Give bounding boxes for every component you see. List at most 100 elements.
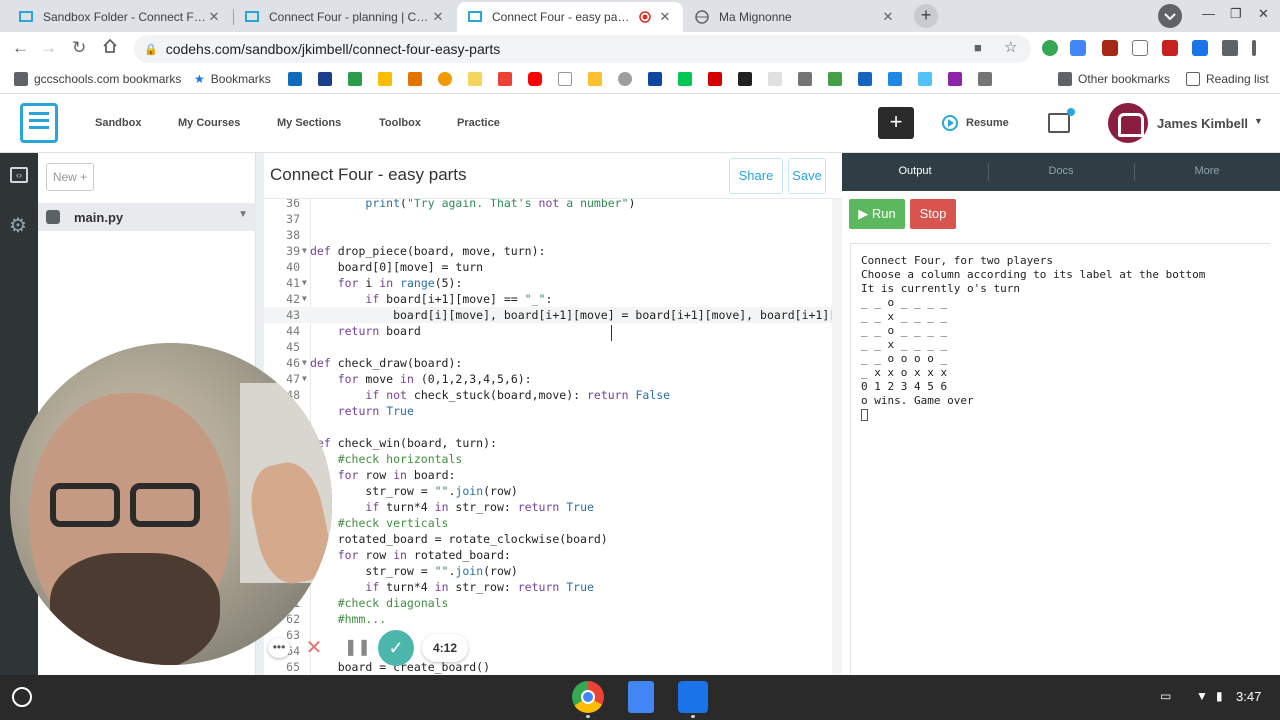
folder-icon[interactable] xyxy=(978,72,992,86)
clock[interactable]: 3:47 xyxy=(1236,689,1261,704)
bookmark-folder[interactable]: gccschools.com bookmarks xyxy=(14,72,181,86)
tab-output[interactable]: Output xyxy=(842,165,988,177)
code-line[interactable]: 45 xyxy=(264,339,832,355)
chrome-icon[interactable] xyxy=(572,681,604,713)
drive-icon[interactable] xyxy=(378,72,392,86)
create-button[interactable]: + xyxy=(878,107,914,139)
console-output[interactable]: Connect Four, for two players Choose a co… xyxy=(850,243,1270,675)
bookmark-icon[interactable] xyxy=(708,72,722,86)
bookmark-folder[interactable]: ★ Bookmarks xyxy=(194,72,271,86)
bookmark-icon[interactable] xyxy=(858,72,872,86)
wikipedia-icon[interactable] xyxy=(558,72,572,86)
code-line[interactable]: 49 return True xyxy=(264,403,832,419)
tab-docs[interactable]: Docs xyxy=(988,165,1134,177)
browser-tab[interactable]: Sandbox Folder - Connect Four | ✕ xyxy=(8,2,232,32)
new-file-button[interactable]: New + xyxy=(46,163,94,191)
bookmark-icon[interactable] xyxy=(888,72,902,86)
files-icon[interactable] xyxy=(678,681,708,713)
bookmark-icon[interactable] xyxy=(768,72,782,86)
code-line[interactable]: 37 xyxy=(264,211,832,227)
outlook-icon[interactable] xyxy=(288,72,302,86)
fold-arrow-icon[interactable]: ▼ xyxy=(302,291,307,307)
gear-icon[interactable]: ⚙ xyxy=(9,213,27,238)
code-area[interactable]: 36 print("Try again. That's not a number… xyxy=(264,199,832,675)
nav-link-sandbox[interactable]: Sandbox xyxy=(95,117,141,129)
codehs-logo-icon[interactable] xyxy=(20,103,58,143)
fold-arrow-icon[interactable]: ▼ xyxy=(302,243,307,259)
code-line[interactable]: 62 #hmm... xyxy=(264,611,832,627)
sis-icon[interactable] xyxy=(318,72,332,86)
screen-capture-icon[interactable]: ▭ xyxy=(1160,689,1171,703)
user-name[interactable]: James Kimbell xyxy=(1157,116,1248,131)
finish-recording-icon[interactable]: ✓ xyxy=(378,630,414,666)
code-line[interactable]: 39 ▼ def drop_piece(board, move, turn): xyxy=(264,243,832,259)
puzzle-icon[interactable] xyxy=(1222,40,1238,56)
code-line[interactable]: 52 #check horizontals xyxy=(264,451,832,467)
extension-icon[interactable] xyxy=(1042,40,1058,56)
bookmark-icon[interactable] xyxy=(678,72,692,86)
camera-icon[interactable]: ■ xyxy=(974,40,982,55)
fold-arrow-icon[interactable]: ▼ xyxy=(302,275,307,291)
globe-icon[interactable] xyxy=(618,72,632,86)
resume-button[interactable]: Resume xyxy=(942,115,1009,131)
code-line[interactable]: 46▼def check_draw(board): xyxy=(264,355,832,371)
bookmark-icon[interactable] xyxy=(948,72,962,86)
chevron-down-icon[interactable]: ▼ xyxy=(1254,116,1263,126)
nav-link-practice[interactable]: Practice xyxy=(457,117,500,129)
classroom-icon[interactable] xyxy=(348,72,362,86)
nav-link-toolbox[interactable]: Toolbox xyxy=(379,117,421,129)
code-line[interactable]: 40 board[0][move] = turn xyxy=(264,259,832,275)
tab-more[interactable]: More xyxy=(1134,165,1280,177)
code-icon[interactable]: ‹› xyxy=(10,167,28,183)
close-window-icon[interactable]: ✕ xyxy=(1258,6,1269,22)
close-tab-icon[interactable]: ✕ xyxy=(430,9,446,25)
notifications-icon[interactable] xyxy=(1048,108,1075,133)
bookmark-icon[interactable] xyxy=(438,72,452,86)
code-line[interactable]: 53▼ for row in board: xyxy=(264,467,832,483)
browser-tab[interactable]: Connect Four - planning | CodeHS ✕ xyxy=(234,2,456,32)
bookmark-icon[interactable] xyxy=(588,72,602,86)
chevron-down-icon[interactable]: ▼ xyxy=(238,209,248,220)
code-line[interactable]: 38 xyxy=(264,227,832,243)
code-line[interactable]: 47▼ for move in (0,1,2,3,4,5,6): xyxy=(264,371,832,387)
browser-tab-active[interactable]: Connect Four - easy parts | C ✕ xyxy=(457,2,683,32)
run-button[interactable]: ▶ Run xyxy=(849,199,905,229)
cancel-recording-icon[interactable]: ✕ xyxy=(302,634,326,662)
code-line[interactable]: 50 xyxy=(264,419,832,435)
menu-icon[interactable] xyxy=(1252,40,1256,56)
code-line[interactable]: 41 ▼ for i in range(5): xyxy=(264,275,832,291)
extension-icon[interactable] xyxy=(1192,40,1208,56)
profile-icon[interactable] xyxy=(1158,4,1182,28)
save-button[interactable]: Save xyxy=(788,158,826,194)
code-line[interactable]: 58▼ for row in rotated_board: xyxy=(264,547,832,563)
code-line[interactable]: 61 #check diagonals xyxy=(264,595,832,611)
pause-icon[interactable]: ❚❚ xyxy=(344,634,371,662)
share-button[interactable]: Share xyxy=(729,158,783,194)
code-line[interactable]: 56 #check verticals xyxy=(264,515,832,531)
reload-icon[interactable]: ↻ xyxy=(72,38,86,58)
code-line[interactable]: 36 print("Try again. That's not a number… xyxy=(264,199,832,211)
code-line[interactable]: 57 rotated_board = rotate_clockwise(boar… xyxy=(264,531,832,547)
other-bookmarks[interactable]: Other bookmarks xyxy=(1058,72,1170,86)
launcher-icon[interactable] xyxy=(12,687,32,707)
wifi-icon[interactable]: ▼ xyxy=(1196,689,1208,703)
code-line[interactable]: 59 str_row = "".join(row) xyxy=(264,563,832,579)
code-line[interactable]: 44 return board xyxy=(264,323,832,339)
forward-icon[interactable]: → xyxy=(40,38,57,58)
code-line[interactable]: 48 if not check_stuck(board,move): retur… xyxy=(264,387,832,403)
code-line[interactable]: 55 if turn*4 in str_row: return True xyxy=(264,499,832,515)
star-icon[interactable]: ☆ xyxy=(1004,38,1017,56)
file-item[interactable]: main.py ▼ xyxy=(38,203,256,231)
extension-icon[interactable] xyxy=(1102,40,1118,56)
close-tab-icon[interactable]: ✕ xyxy=(206,9,222,25)
home-icon[interactable] xyxy=(102,38,118,59)
docs-icon[interactable] xyxy=(628,681,654,713)
back-icon[interactable]: ← xyxy=(12,38,29,58)
code-line[interactable]: 60 if turn*4 in str_row: return True xyxy=(264,579,832,595)
extension-icon[interactable] xyxy=(1132,40,1148,56)
new-tab-button[interactable]: + xyxy=(914,4,938,28)
maximize-icon[interactable]: ❐ xyxy=(1230,6,1242,22)
close-tab-icon[interactable]: ✕ xyxy=(657,9,673,25)
battery-icon[interactable]: ▮ xyxy=(1216,689,1223,703)
amazon-icon[interactable] xyxy=(738,72,752,86)
